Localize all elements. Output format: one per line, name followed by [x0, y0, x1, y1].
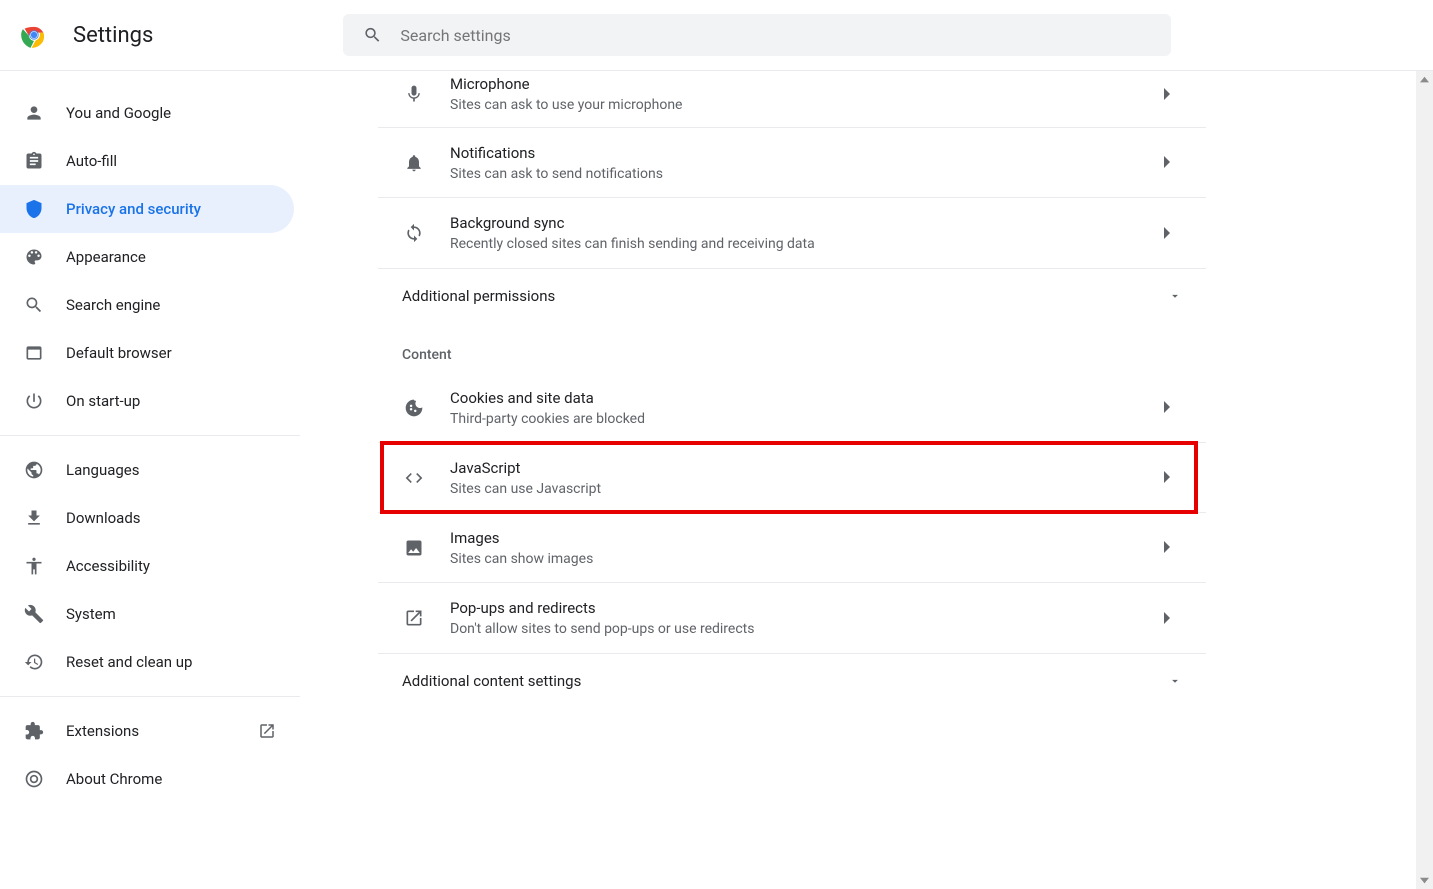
open-external-icon — [258, 722, 276, 740]
setting-row-cookies[interactable]: Cookies and site data Third-party cookie… — [378, 373, 1206, 443]
chevron-right-icon — [1162, 609, 1182, 628]
sidebar-item-auto-fill[interactable]: Auto-fill — [0, 137, 294, 185]
chevron-right-icon — [1162, 153, 1182, 172]
settings-panel: Microphone Sites can ask to use your mic… — [378, 71, 1206, 889]
sidebar-item-label: Privacy and security — [66, 200, 294, 218]
code-icon — [402, 466, 426, 490]
wrench-icon — [24, 604, 44, 624]
sidebar-item-languages[interactable]: Languages — [0, 446, 294, 494]
row-title: Images — [450, 529, 1138, 547]
scroll-down-button[interactable] — [1416, 872, 1433, 889]
shield-icon — [24, 199, 44, 219]
row-subtitle: Recently closed sites can finish sending… — [450, 236, 1138, 252]
expand-label: Additional content settings — [402, 672, 581, 690]
puzzle-icon — [24, 721, 44, 741]
setting-row-notifications[interactable]: Notifications Sites can ask to send noti… — [378, 128, 1206, 198]
chevron-right-icon — [1162, 468, 1182, 487]
sidebar-divider — [0, 696, 300, 697]
sync-icon — [402, 221, 426, 245]
sidebar-item-label: Accessibility — [66, 557, 294, 575]
sidebar-item-label: Reset and clean up — [66, 653, 294, 671]
sidebar-item-label: Default browser — [66, 344, 294, 362]
row-subtitle: Third-party cookies are blocked — [450, 411, 1138, 427]
sidebar-item-label: System — [66, 605, 294, 623]
sidebar-item-label: Auto-fill — [66, 152, 294, 170]
content-area: Microphone Sites can ask to use your mic… — [300, 71, 1433, 889]
sidebar-item-search-engine[interactable]: Search engine — [0, 281, 294, 329]
row-subtitle: Sites can use Javascript — [450, 481, 1138, 497]
sidebar-divider — [0, 435, 300, 436]
microphone-icon — [402, 82, 426, 106]
row-title: Notifications — [450, 144, 1138, 162]
palette-icon — [24, 247, 44, 267]
row-subtitle: Sites can ask to use your microphone — [450, 97, 1138, 113]
expand-label: Additional permissions — [402, 287, 555, 305]
row-subtitle: Sites can show images — [450, 551, 1138, 567]
setting-row-background-sync[interactable]: Background sync Recently closed sites ca… — [378, 198, 1206, 268]
sidebar-item-label: Extensions — [66, 722, 236, 740]
row-subtitle: Don't allow sites to send pop-ups or use… — [450, 621, 1138, 637]
sidebar-item-privacy-and-security[interactable]: Privacy and security — [0, 185, 294, 233]
sidebar-item-appearance[interactable]: Appearance — [0, 233, 294, 281]
sidebar-item-label: Downloads — [66, 509, 294, 527]
sidebar-item-extensions[interactable]: Extensions — [0, 707, 294, 755]
sidebar-item-accessibility[interactable]: Accessibility — [0, 542, 294, 590]
search-icon — [363, 25, 382, 45]
search-box[interactable] — [343, 14, 1171, 56]
power-icon — [24, 391, 44, 411]
sidebar-item-label: Search engine — [66, 296, 294, 314]
image-icon — [402, 536, 426, 560]
chevron-right-icon — [1162, 538, 1182, 557]
sidebar-item-downloads[interactable]: Downloads — [0, 494, 294, 542]
setting-row-images[interactable]: Images Sites can show images — [378, 513, 1206, 583]
chrome-logo-icon — [20, 21, 48, 49]
row-subtitle: Sites can ask to send notifications — [450, 166, 1138, 182]
sidebar-item-label: About Chrome — [66, 770, 294, 788]
sidebar-item-you-and-google[interactable]: You and Google — [0, 89, 294, 137]
sidebar-item-default-browser[interactable]: Default browser — [0, 329, 294, 377]
row-title: Background sync — [450, 214, 1138, 232]
expand-additional-content[interactable]: Additional content settings — [378, 653, 1206, 708]
search-input[interactable] — [400, 26, 1151, 45]
header: Settings — [0, 0, 1433, 71]
clipboard-icon — [24, 151, 44, 171]
section-header-content: Content — [378, 323, 1206, 373]
setting-row-popups[interactable]: Pop-ups and redirects Don't allow sites … — [378, 583, 1206, 653]
setting-row-microphone[interactable]: Microphone Sites can ask to use your mic… — [378, 71, 1206, 128]
browser-icon — [24, 343, 44, 363]
search-icon — [24, 295, 44, 315]
sidebar-item-label: Appearance — [66, 248, 294, 266]
restore-icon — [24, 652, 44, 672]
row-title: Pop-ups and redirects — [450, 599, 1138, 617]
scrollbar[interactable] — [1416, 71, 1433, 889]
popup-icon — [402, 606, 426, 630]
download-icon — [24, 508, 44, 528]
globe-icon — [24, 460, 44, 480]
chrome-outline-icon — [24, 769, 44, 789]
chevron-down-icon — [1168, 674, 1182, 688]
chevron-right-icon — [1162, 398, 1182, 417]
scroll-up-button[interactable] — [1416, 71, 1433, 88]
chevron-down-icon — [1168, 289, 1182, 303]
sidebar-item-on-start-up[interactable]: On start-up — [0, 377, 294, 425]
row-title: Cookies and site data — [450, 389, 1138, 407]
sidebar-item-reset[interactable]: Reset and clean up — [0, 638, 294, 686]
chevron-right-icon — [1162, 224, 1182, 243]
page-title: Settings — [73, 23, 153, 48]
sidebar-item-about-chrome[interactable]: About Chrome — [0, 755, 294, 803]
row-title: Microphone — [450, 75, 1138, 93]
expand-additional-permissions[interactable]: Additional permissions — [378, 268, 1206, 323]
sidebar: You and Google Auto-fill Privacy and sec… — [0, 71, 300, 889]
setting-row-javascript[interactable]: JavaScript Sites can use Javascript — [378, 443, 1206, 513]
person-icon — [24, 103, 44, 123]
sidebar-item-label: Languages — [66, 461, 294, 479]
chevron-right-icon — [1162, 85, 1182, 104]
bell-icon — [402, 151, 426, 175]
row-title: JavaScript — [450, 459, 1138, 477]
cookie-icon — [402, 396, 426, 420]
sidebar-item-label: On start-up — [66, 392, 294, 410]
sidebar-item-label: You and Google — [66, 104, 294, 122]
sidebar-item-system[interactable]: System — [0, 590, 294, 638]
accessibility-icon — [24, 556, 44, 576]
